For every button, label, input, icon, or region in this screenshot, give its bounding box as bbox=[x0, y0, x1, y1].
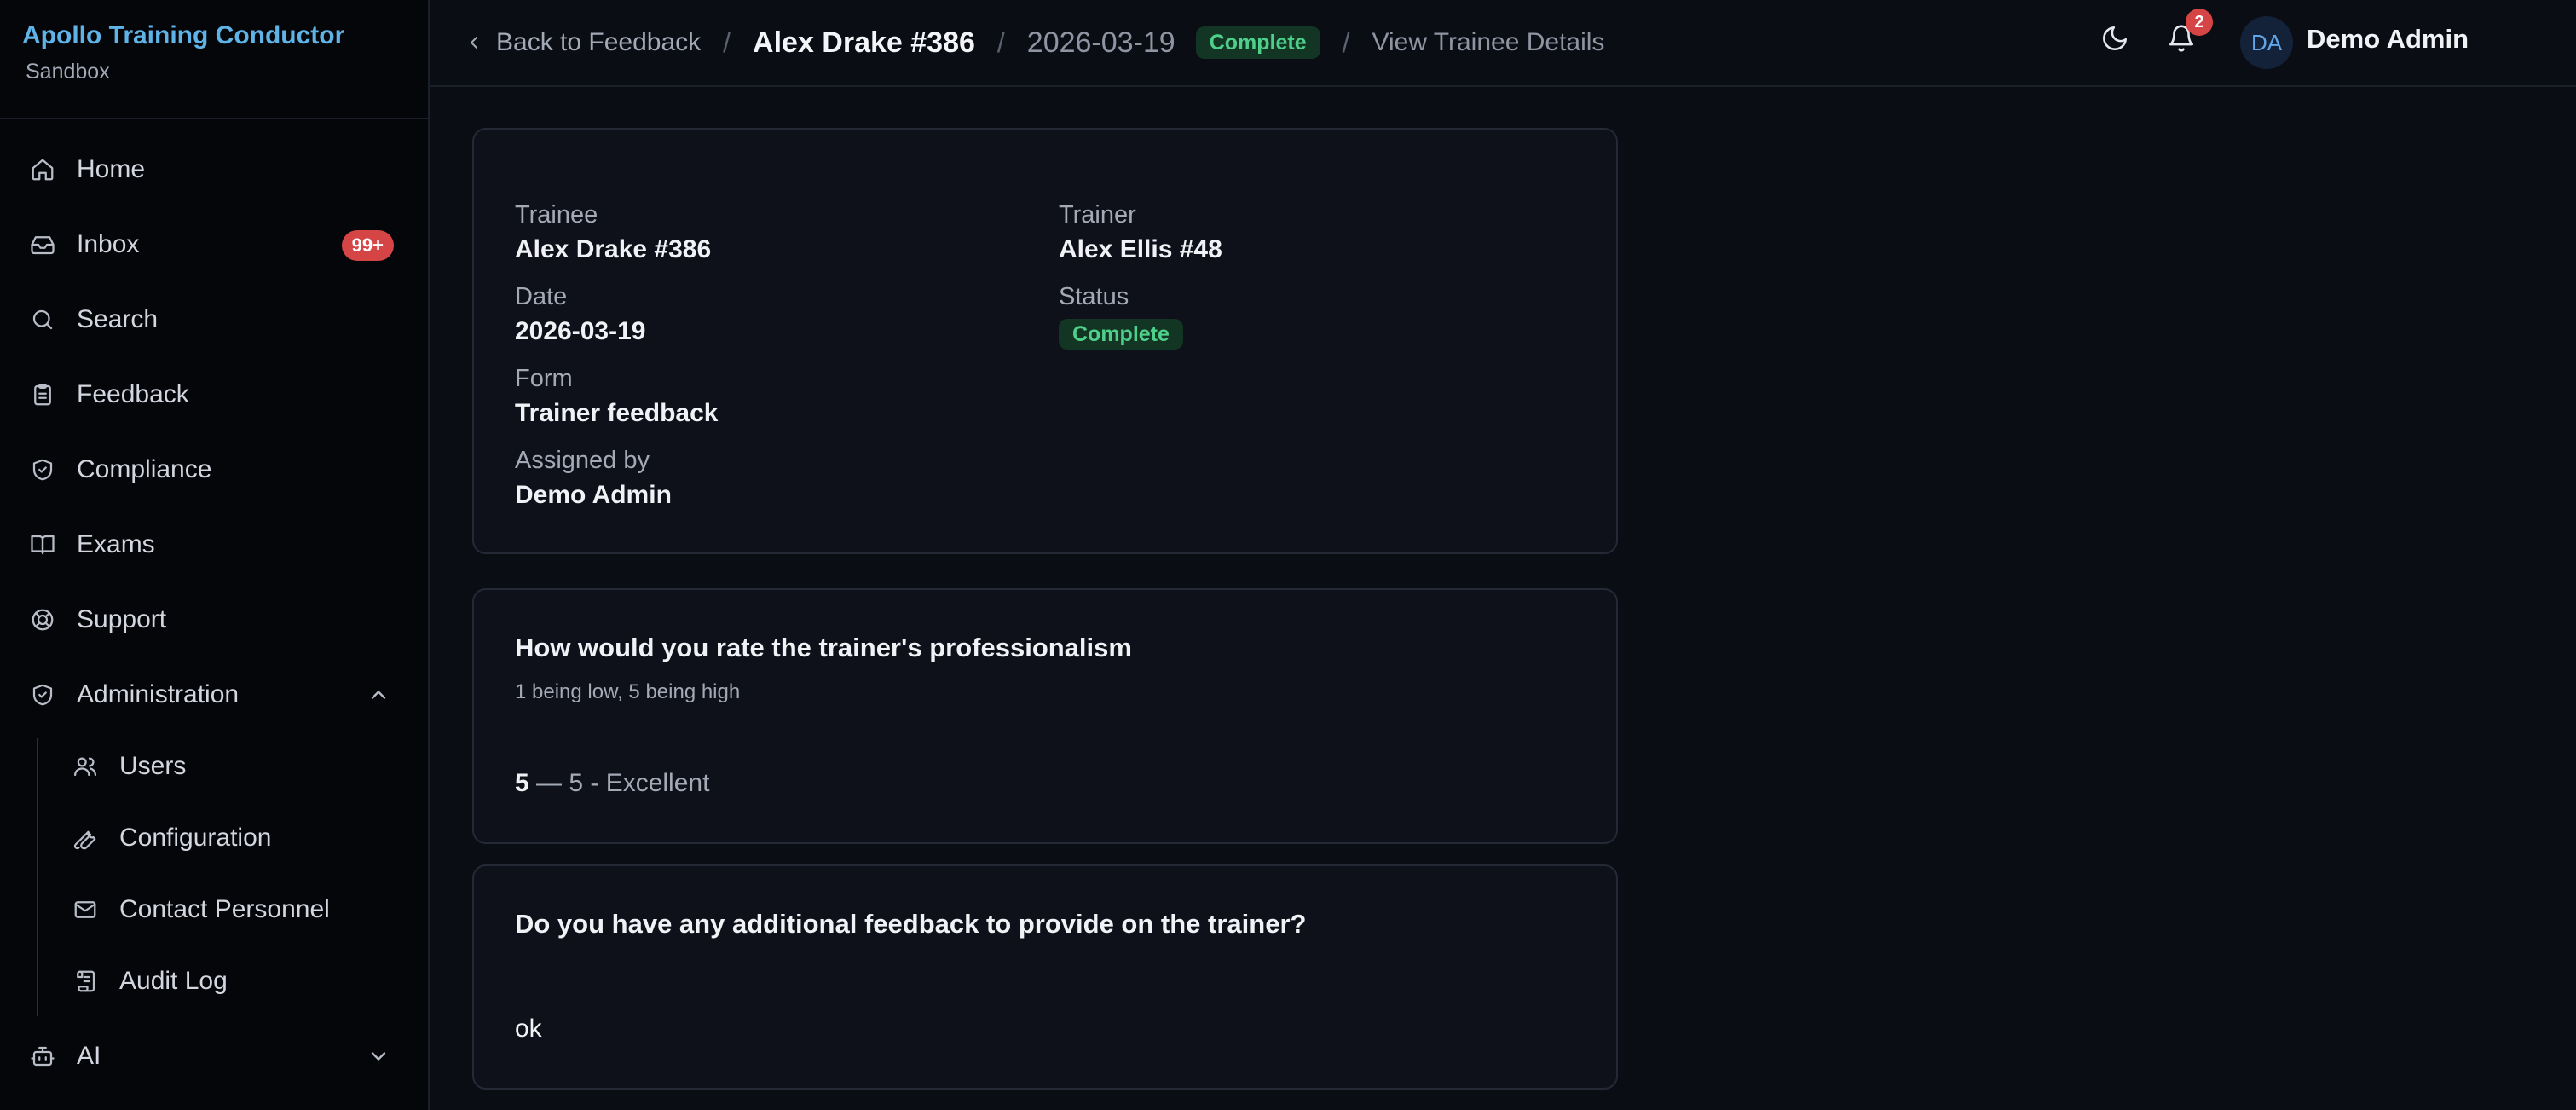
sidebar-item-contact-personnel[interactable]: Contact Personnel bbox=[0, 879, 428, 940]
sidebar: Apollo Training Conductor Sandbox Home I… bbox=[0, 0, 430, 1110]
status-badge: Complete bbox=[1195, 26, 1320, 59]
trainee-value: Alex Drake #386 bbox=[515, 235, 712, 263]
life-buoy-icon bbox=[29, 606, 56, 633]
form-value: Trainer feedback bbox=[515, 399, 719, 427]
date-label: Date bbox=[515, 283, 568, 310]
chevron-up-icon[interactable] bbox=[367, 683, 390, 707]
trainee-label: Trainee bbox=[515, 201, 598, 228]
sidebar-item-label: Compliance bbox=[77, 455, 212, 483]
sidebar-item-configuration[interactable]: Configuration bbox=[0, 807, 428, 869]
sidebar-item-label: Audit Log bbox=[119, 967, 228, 995]
sidebar-item-ai[interactable]: AI bbox=[0, 1026, 428, 1087]
sidebar-item-administration[interactable]: Administration bbox=[0, 664, 428, 726]
search-icon bbox=[29, 306, 56, 333]
subnav-divider bbox=[37, 738, 38, 1016]
page-title: Alex Drake #386 bbox=[753, 26, 975, 59]
date-value: 2026-03-19 bbox=[515, 317, 646, 345]
question-hint: 1 being low, 5 being high bbox=[515, 680, 741, 703]
sidebar-item-inbox[interactable]: Inbox 99+ bbox=[0, 214, 428, 275]
app-root: Apollo Training Conductor Sandbox Home I… bbox=[0, 0, 2576, 1110]
notifications-button[interactable]: 2 bbox=[2167, 9, 2213, 58]
back-to-feedback-link[interactable]: Back to Feedback bbox=[464, 28, 701, 57]
sidebar-item-label: Exams bbox=[77, 530, 155, 558]
form-label: Form bbox=[515, 365, 573, 392]
brand-subtitle: Sandbox bbox=[26, 60, 110, 84]
assigned-by-value: Demo Admin bbox=[515, 481, 672, 509]
avatar[interactable]: DA bbox=[2240, 16, 2293, 69]
brand-title[interactable]: Apollo Training Conductor bbox=[22, 20, 428, 51]
sidebar-item-label: Search bbox=[77, 305, 159, 333]
question-title: How would you rate the trainer's profess… bbox=[515, 633, 1132, 662]
feedback-summary-card: Trainee Alex Drake #386 Trainer Alex Ell… bbox=[472, 128, 1618, 554]
sidebar-item-label: AI bbox=[77, 1042, 101, 1070]
bot-icon bbox=[29, 1043, 56, 1070]
sidebar-item-label: Home bbox=[77, 155, 146, 183]
chevron-down-icon[interactable] bbox=[367, 1044, 390, 1068]
notification-count-badge: 2 bbox=[2186, 9, 2213, 36]
back-link-label: Back to Feedback bbox=[496, 28, 702, 56]
topbar: Back to Feedback / Alex Drake #386 / 202… bbox=[430, 0, 2576, 87]
book-open-icon bbox=[29, 531, 56, 558]
view-trainee-details-link[interactable]: View Trainee Details bbox=[1372, 28, 1605, 57]
trainer-value: Alex Ellis #48 bbox=[1059, 235, 1222, 263]
brand: Apollo Training Conductor Sandbox bbox=[0, 0, 428, 119]
sidebar-item-audit-log[interactable]: Audit Log bbox=[0, 951, 428, 1012]
sidebar-item-search[interactable]: Search bbox=[0, 289, 428, 350]
breadcrumb-date: 2026-03-19 bbox=[1026, 26, 1175, 59]
breadcrumb-separator: / bbox=[996, 26, 1005, 58]
chevron-left-icon bbox=[471, 37, 477, 49]
home-icon bbox=[29, 156, 56, 183]
inbox-icon bbox=[29, 231, 56, 258]
clipboard-icon bbox=[29, 381, 56, 408]
sidebar-item-support[interactable]: Support bbox=[0, 589, 428, 650]
status-label: Status bbox=[1059, 283, 1129, 310]
breadcrumb-separator: / bbox=[723, 26, 731, 58]
moon-icon bbox=[2103, 26, 2128, 50]
question-title: Do you have any additional feedback to p… bbox=[515, 909, 1307, 939]
inbox-count-badge: 99+ bbox=[341, 230, 394, 261]
theme-toggle-button[interactable] bbox=[2100, 24, 2134, 58]
users-icon bbox=[72, 753, 99, 780]
question-answer: ok bbox=[515, 1015, 542, 1043]
shield-check-icon bbox=[29, 681, 56, 708]
sidebar-item-feedback[interactable]: Feedback bbox=[0, 364, 428, 425]
status-badge: Complete bbox=[1059, 319, 1183, 350]
sidebar-item-label: Contact Personnel bbox=[119, 895, 330, 923]
user-menu-name[interactable]: Demo Admin bbox=[2307, 24, 2469, 55]
trainer-label: Trainer bbox=[1059, 201, 1136, 228]
sidebar-item-users[interactable]: Users bbox=[0, 736, 428, 797]
sidebar-item-exams[interactable]: Exams bbox=[0, 514, 428, 575]
question-answer: 5 — 5 - Excellent bbox=[515, 769, 709, 798]
sidebar-item-label: Inbox bbox=[77, 230, 140, 258]
sidebar-item-label: Support bbox=[77, 605, 167, 633]
sidebar-item-home[interactable]: Home bbox=[0, 139, 428, 200]
question-card: Do you have any additional feedback to p… bbox=[472, 864, 1618, 1090]
sidebar-item-label: Configuration bbox=[119, 824, 272, 852]
sidebar-item-compliance[interactable]: Compliance bbox=[0, 439, 428, 500]
scroll-icon bbox=[72, 968, 99, 995]
sidebar-item-label: Users bbox=[119, 752, 187, 780]
assigned-by-label: Assigned by bbox=[515, 447, 650, 474]
wrench-icon bbox=[72, 824, 99, 852]
shield-check-icon bbox=[29, 456, 56, 483]
question-card: How would you rate the trainer's profess… bbox=[472, 588, 1618, 844]
sidebar-item-label: Feedback bbox=[77, 380, 189, 408]
breadcrumb-separator: / bbox=[1342, 26, 1350, 58]
main-content: Back to Feedback / Alex Drake #386 / 202… bbox=[430, 0, 2576, 1110]
sidebar-item-label: Administration bbox=[77, 680, 240, 708]
header-actions: 2 DA Demo Admin bbox=[2065, 0, 2576, 85]
answer-text: — 5 - Excellent bbox=[528, 769, 710, 797]
mail-icon bbox=[72, 896, 99, 923]
answer-value: 5 bbox=[515, 769, 529, 797]
